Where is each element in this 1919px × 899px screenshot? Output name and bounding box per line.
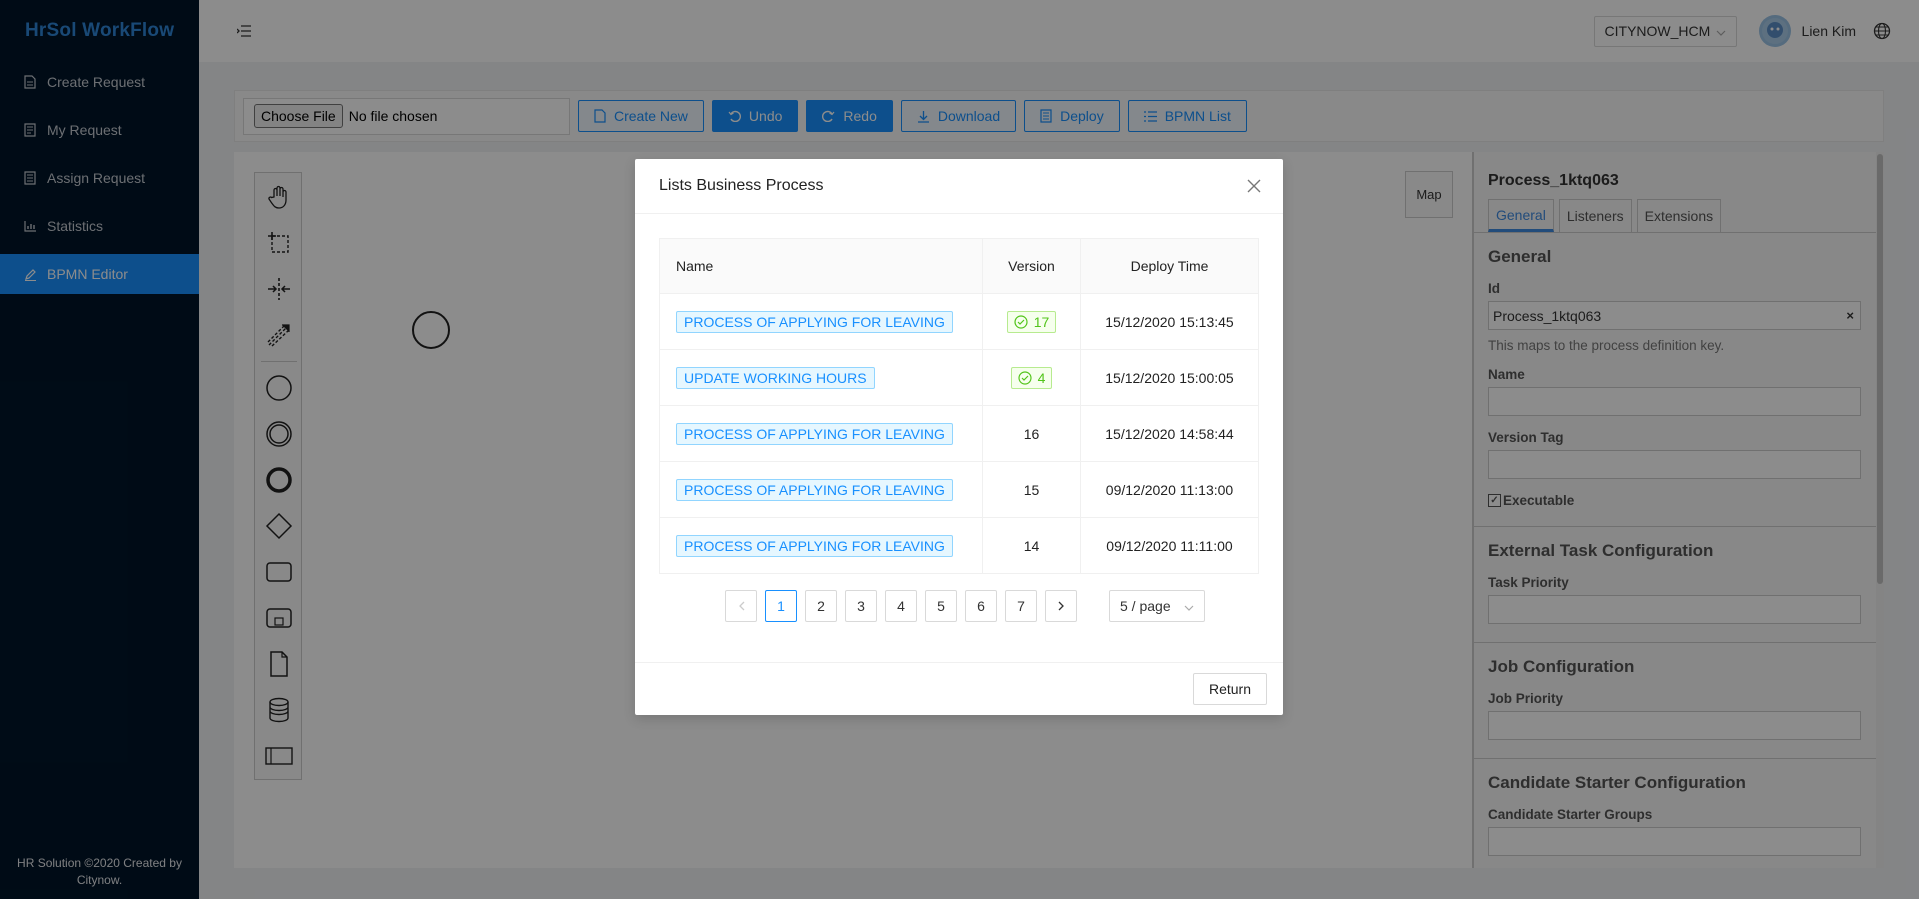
table-row: PROCESS OF APPLYING FOR LEAVING 16 15/12… [659,405,1259,462]
table-header-row: Name Version Deploy Time [659,238,1259,294]
cell-version: 16 [982,405,1081,462]
modal-header: Lists Business Process [635,159,1283,214]
cell-name: PROCESS OF APPLYING FOR LEAVING [659,461,983,518]
check-circle-icon [1014,314,1028,329]
page-button-4[interactable]: 4 [885,590,917,622]
cell-name: UPDATE WORKING HOURS [659,349,983,406]
page-button-1[interactable]: 1 [765,590,797,622]
page-size-value: 5 / page [1120,598,1171,614]
column-header-name: Name [659,238,983,294]
business-process-modal: Lists Business Process Name Version Depl… [635,159,1283,715]
table-row: UPDATE WORKING HOURS 4 15/12/2020 15:00:… [659,349,1259,406]
column-header-version: Version [982,238,1081,294]
pagination: 1 2 3 4 5 6 7 5 / page [659,590,1259,622]
process-name-link[interactable]: UPDATE WORKING HOURS [676,366,875,389]
table-row: PROCESS OF APPLYING FOR LEAVING 15 09/12… [659,461,1259,518]
version-badge: 17 [1006,310,1057,333]
return-button[interactable]: Return [1192,673,1267,705]
cell-name: PROCESS OF APPLYING FOR LEAVING [659,293,983,350]
chevron-down-icon [1184,598,1194,614]
check-circle-icon [1017,370,1032,385]
cell-version: 17 [982,293,1081,350]
cell-deploy-time: 15/12/2020 15:13:45 [1080,293,1259,350]
version-badge: 4 [1010,366,1053,389]
process-name-link[interactable]: PROCESS OF APPLYING FOR LEAVING [676,478,953,501]
version-value: 4 [1037,369,1046,386]
cell-deploy-time: 15/12/2020 14:58:44 [1080,405,1259,462]
cell-name: PROCESS OF APPLYING FOR LEAVING [659,517,983,574]
process-name-link[interactable]: PROCESS OF APPLYING FOR LEAVING [676,534,953,557]
cell-deploy-time: 15/12/2020 15:00:05 [1080,349,1259,406]
table-row: PROCESS OF APPLYING FOR LEAVING 17 15/12… [659,293,1259,350]
cell-version: 14 [982,517,1081,574]
cell-version: 4 [982,349,1081,406]
cell-deploy-time: 09/12/2020 11:11:00 [1080,517,1259,574]
modal-title: Lists Business Process [659,177,824,194]
page-button-6[interactable]: 6 [965,590,997,622]
process-table: Name Version Deploy Time PROCESS OF APPL… [659,238,1259,574]
page-button-3[interactable]: 3 [845,590,877,622]
next-page-button[interactable] [1045,590,1077,622]
process-name-link[interactable]: PROCESS OF APPLYING FOR LEAVING [676,310,953,333]
modal-footer: Return [635,662,1283,715]
cell-deploy-time: 09/12/2020 11:13:00 [1080,461,1259,518]
process-name-link[interactable]: PROCESS OF APPLYING FOR LEAVING [676,422,953,445]
page-button-5[interactable]: 5 [925,590,957,622]
cell-version: 15 [982,461,1081,518]
prev-page-button[interactable] [725,590,757,622]
page-size-select[interactable]: 5 / page [1109,590,1205,622]
version-value: 17 [1033,313,1050,330]
table-row: PROCESS OF APPLYING FOR LEAVING 14 09/12… [659,517,1259,574]
modal-body: Name Version Deploy Time PROCESS OF APPL… [635,214,1283,646]
close-icon[interactable] [1245,177,1263,195]
page-button-2[interactable]: 2 [805,590,837,622]
page-button-7[interactable]: 7 [1005,590,1037,622]
cell-name: PROCESS OF APPLYING FOR LEAVING [659,405,983,462]
column-header-deploy-time: Deploy Time [1080,238,1259,294]
